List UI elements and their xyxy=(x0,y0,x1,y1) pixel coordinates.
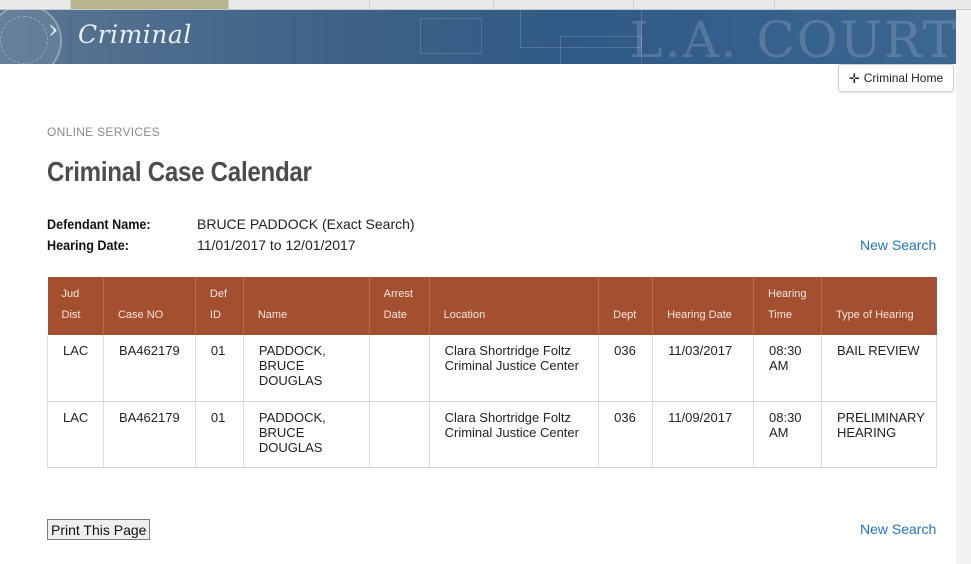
col-header-arrest-date[interactable]: Arrest Date xyxy=(369,277,430,335)
hearing-date-value: 11/01/2017 to 12/01/2017 xyxy=(197,237,356,253)
nav-tab[interactable] xyxy=(0,0,71,9)
banner-watermark: L.A. COURT xyxy=(629,11,957,64)
nav-tab[interactable] xyxy=(634,0,775,9)
cell-def-id: 01 xyxy=(195,401,244,468)
col-header-hearing-time[interactable]: Hearing Time xyxy=(753,277,822,335)
new-search-link-top[interactable]: New Search xyxy=(860,237,936,253)
col-header-case-no[interactable]: Case NO xyxy=(103,277,196,335)
defendant-label: Defendant Name: xyxy=(47,216,151,232)
cell-case-no: BA462179 xyxy=(103,401,196,468)
cell-type-of-hearing: PRELIMINARY HEARING xyxy=(821,401,938,468)
hearing-date-row: Hearing Date: 11/01/2017 to 12/01/2017 xyxy=(47,237,356,253)
cell-name: PADDOCK, BRUCE DOUGLAS xyxy=(243,401,370,468)
criminal-home-button[interactable]: ✛ Criminal Home xyxy=(838,64,954,92)
page-title: Criminal Case Calendar xyxy=(47,156,312,187)
print-page-button[interactable]: Print This Page xyxy=(47,519,151,540)
chevron-right-icon: › xyxy=(48,15,59,45)
cell-hearing-date: 11/09/2017 xyxy=(652,401,754,468)
col-header-hearing-date[interactable]: Hearing Date xyxy=(652,277,754,335)
defendant-value: BRUCE PADDOCK (Exact Search) xyxy=(197,216,415,232)
crosshair-move-icon: ✛ xyxy=(848,70,860,86)
case-calendar-table: Jud Dist Case NO Def ID Name Arrest Date Lo… xyxy=(47,277,938,468)
section-title: Criminal xyxy=(78,20,192,49)
cell-name: PADDOCK, BRUCE DOUGLAS xyxy=(243,335,370,402)
cell-location: Clara Shortridge Foltz Criminal Justice C… xyxy=(429,335,600,402)
scrollbar-track[interactable] xyxy=(956,10,971,564)
nav-tab[interactable] xyxy=(494,0,634,9)
cell-def-id: 01 xyxy=(195,335,244,402)
nav-tab[interactable] xyxy=(370,0,494,9)
col-header-def-id[interactable]: Def ID xyxy=(195,277,244,335)
cell-hearing-time: 08:30 AM xyxy=(753,401,822,468)
defendant-row: Defendant Name: BRUCE PADDOCK (Exact Sear… xyxy=(47,216,415,232)
cell-hearing-time: 08:30 AM xyxy=(753,335,822,402)
table-row: LAC BA462179 01 PADDOCK, BRUCE DOUGLAS Cla… xyxy=(47,401,938,468)
col-header-name[interactable]: Name xyxy=(243,277,370,335)
cell-case-no: BA462179 xyxy=(103,335,196,402)
section-banner: › Criminal L.A. COURT xyxy=(0,10,956,64)
banner-decoration xyxy=(420,18,482,54)
hearing-date-label: Hearing Date: xyxy=(47,237,129,253)
cell-jud-dist: LAC xyxy=(47,335,104,402)
cell-arrest-date xyxy=(369,401,430,468)
new-search-link-bottom[interactable]: New Search xyxy=(860,521,936,537)
table-row: LAC BA462179 01 PADDOCK, BRUCE DOUGLAS Cla… xyxy=(47,335,938,402)
col-header-location[interactable]: Location xyxy=(429,277,600,335)
criminal-home-label: Criminal Home xyxy=(863,71,944,85)
cell-arrest-date xyxy=(369,335,430,402)
col-header-type-of-hearing[interactable]: Type of Hearing xyxy=(821,277,937,335)
nav-tab-active[interactable] xyxy=(71,0,229,9)
cell-hearing-date: 11/03/2017 xyxy=(652,335,754,402)
cell-type-of-hearing: BAIL REVIEW xyxy=(821,335,938,402)
col-header-dept[interactable]: Dept xyxy=(598,277,654,335)
cell-dept: 036 xyxy=(598,335,654,402)
table-header-row: Jud Dist Case NO Def ID Name Arrest Date Lo… xyxy=(47,277,937,335)
nav-tab[interactable] xyxy=(229,0,370,9)
col-header-jud-dist[interactable]: Jud Dist xyxy=(47,277,104,335)
cell-dept: 036 xyxy=(598,401,654,468)
page-eyebrow: ONLINE SERVICES xyxy=(47,125,160,139)
top-nav-strip xyxy=(0,0,971,10)
cell-jud-dist: LAC xyxy=(47,401,104,468)
cell-location: Clara Shortridge Foltz Criminal Justice C… xyxy=(429,401,600,468)
